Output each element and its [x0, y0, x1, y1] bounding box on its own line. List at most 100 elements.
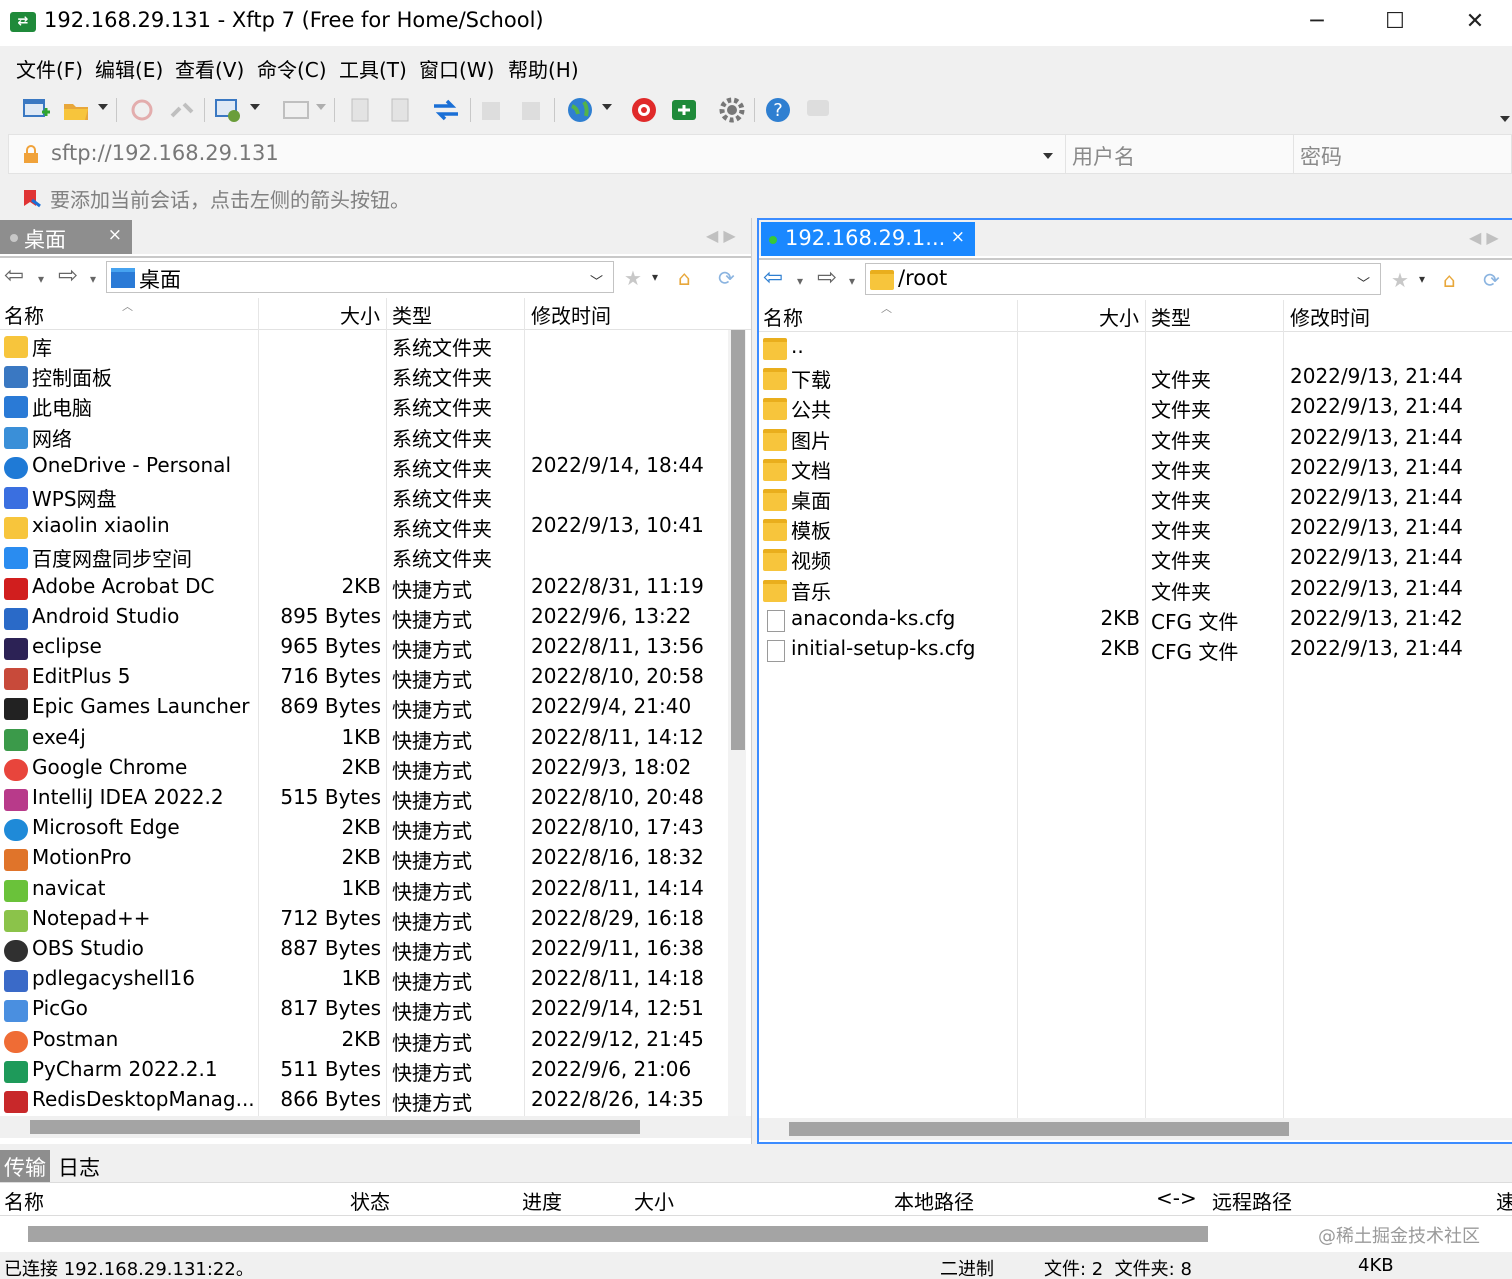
open-dropdown-icon[interactable] — [98, 104, 108, 110]
col-transfer-local-path[interactable]: 本地路径 — [894, 1186, 974, 1215]
menu-edit[interactable]: 编辑(E) — [95, 54, 163, 83]
remote-file-row[interactable]: 下载 文件夹 2022/9/13, 21:44 — [759, 364, 1512, 394]
local-file-row[interactable]: 控制面板 系统文件夹 — [0, 362, 751, 392]
local-file-row[interactable]: MotionPro 2KB 快捷方式 2022/8/16, 18:32 — [0, 845, 751, 875]
url-dropdown-icon[interactable] — [1043, 153, 1053, 159]
col-name[interactable]: 名称 — [4, 300, 44, 329]
back-arrow-icon[interactable]: ⇦ — [4, 261, 24, 289]
disconnect-icon[interactable] — [168, 96, 196, 124]
xftp-icon[interactable] — [670, 96, 698, 124]
scrollbar-thumb[interactable] — [731, 330, 745, 750]
minimize-button[interactable]: ─ — [1278, 0, 1356, 46]
local-file-row[interactable]: navicat 1KB 快捷方式 2022/8/11, 14:14 — [0, 876, 751, 906]
remote-file-row[interactable]: 视频 文件夹 2022/9/13, 21:44 — [759, 545, 1512, 575]
local-horizontal-scrollbar[interactable] — [0, 1116, 751, 1138]
toolbar-overflow-icon[interactable] — [1500, 116, 1510, 122]
url-field[interactable]: sftp://192.168.29.131 — [51, 141, 279, 165]
home-folder-icon[interactable]: ⌂ — [678, 266, 691, 290]
tab-close-icon[interactable]: × — [108, 225, 122, 245]
help-icon[interactable]: ? — [764, 96, 792, 124]
local-file-row[interactable]: PicGo 817 Bytes 快捷方式 2022/9/14, 12:51 — [0, 996, 751, 1026]
col-size[interactable]: 大小 — [340, 300, 380, 329]
col-transfer-size[interactable]: 大小 — [634, 1186, 674, 1215]
copy-icon[interactable] — [346, 96, 374, 124]
scrollbar-thumb[interactable] — [30, 1120, 640, 1134]
col-modified[interactable]: 修改时间 — [531, 300, 611, 329]
menu-window[interactable]: 窗口(W) — [419, 54, 494, 83]
refresh-icon[interactable]: ⟳ — [1483, 268, 1500, 292]
local-file-row[interactable]: OBS Studio 887 Bytes 快捷方式 2022/9/11, 16:38 — [0, 936, 751, 966]
tab-log[interactable]: 日志 — [54, 1150, 104, 1182]
view-dropdown-icon[interactable] — [316, 104, 326, 110]
remote-file-row[interactable]: 文档 文件夹 2022/9/13, 21:44 — [759, 455, 1512, 485]
remote-file-row[interactable]: .. — [759, 334, 1512, 364]
remote-file-row[interactable]: 图片 文件夹 2022/9/13, 21:44 — [759, 425, 1512, 455]
menu-help[interactable]: 帮助(H) — [508, 54, 579, 83]
transfer-up-icon[interactable] — [478, 96, 506, 124]
remote-file-row[interactable]: 模板 文件夹 2022/9/13, 21:44 — [759, 515, 1512, 545]
col-transfer-status[interactable]: 状态 — [350, 1186, 390, 1215]
remote-file-row[interactable]: 音乐 文件夹 2022/9/13, 21:44 — [759, 576, 1512, 606]
transfer-down-icon[interactable] — [518, 96, 546, 124]
local-file-row[interactable]: exe4j 1KB 快捷方式 2022/8/11, 14:12 — [0, 725, 751, 755]
xshell-icon[interactable] — [630, 96, 658, 124]
local-file-row[interactable]: pdlegacyshell16 1KB 快捷方式 2022/8/11, 14:18 — [0, 966, 751, 996]
local-file-row[interactable]: PyCharm 2022.2.1 511 Bytes 快捷方式 2022/9/6, 2… — [0, 1057, 751, 1087]
bookmark-arrow-icon[interactable] — [22, 188, 42, 208]
remote-horizontal-scrollbar[interactable] — [759, 1118, 1512, 1140]
menu-view[interactable]: 查看(V) — [175, 54, 244, 83]
forward-dropdown-icon[interactable]: ▾ — [849, 274, 855, 288]
col-size[interactable]: 大小 — [1099, 302, 1139, 331]
local-file-row[interactable]: 百度网盘同步空间 系统文件夹 — [0, 543, 751, 573]
col-name[interactable]: 名称 — [763, 302, 803, 331]
local-file-row[interactable]: 网络 系统文件夹 — [0, 423, 751, 453]
menu-tools[interactable]: 工具(T) — [339, 54, 407, 83]
chat-icon[interactable] — [804, 96, 832, 124]
scrollbar-thumb[interactable] — [789, 1122, 1289, 1136]
tab-remote-session[interactable]: 192.168.29.1... × — [761, 222, 975, 256]
local-file-row[interactable]: 此电脑 系统文件夹 — [0, 392, 751, 422]
paste-icon[interactable] — [386, 96, 414, 124]
home-folder-icon[interactable]: ⌂ — [1443, 268, 1456, 292]
local-file-row[interactable]: eclipse 965 Bytes 快捷方式 2022/8/11, 13:56 — [0, 634, 751, 664]
favorite-star-icon[interactable]: ★ — [624, 266, 642, 290]
reconnect-icon[interactable] — [128, 96, 156, 124]
tab-scroll-arrows-icon[interactable]: ◀ ▶ — [1469, 228, 1499, 247]
username-field[interactable]: 用户名 — [1065, 135, 1293, 173]
menu-file[interactable]: 文件(F) — [16, 54, 83, 83]
local-vertical-scrollbar[interactable] — [728, 330, 746, 1124]
local-file-row[interactable]: Adobe Acrobat DC 2KB 快捷方式 2022/8/31, 11:19 — [0, 574, 751, 604]
col-type[interactable]: 类型 — [392, 300, 432, 329]
new-session-icon[interactable] — [22, 96, 50, 124]
forward-dropdown-icon[interactable]: ▾ — [90, 272, 96, 286]
refresh-icon[interactable]: ⟳ — [718, 266, 735, 290]
sync-transfer-icon[interactable] — [432, 96, 460, 124]
properties-dropdown-icon[interactable] — [250, 104, 260, 110]
back-arrow-icon[interactable]: ⇦ — [763, 263, 783, 291]
local-file-row[interactable]: IntelliJ IDEA 2022.2 515 Bytes 快捷方式 2022/8/… — [0, 785, 751, 815]
transfer-mode[interactable]: 二进制 — [940, 1255, 994, 1279]
local-file-row[interactable]: Microsoft Edge 2KB 快捷方式 2022/8/10, 17:43 — [0, 815, 751, 845]
col-transfer-progress[interactable]: 进度 — [522, 1186, 562, 1215]
tab-transfer[interactable]: 传输 — [0, 1150, 50, 1182]
tab-scroll-arrows-icon[interactable]: ◀ ▶ — [706, 226, 736, 245]
col-transfer-speed[interactable]: 速 — [1496, 1186, 1512, 1215]
back-dropdown-icon[interactable]: ▾ — [797, 274, 803, 288]
col-modified[interactable]: 修改时间 — [1290, 302, 1370, 331]
close-button[interactable]: ✕ — [1436, 0, 1512, 46]
local-file-row[interactable]: RedisDesktopManag... 866 Bytes 快捷方式 2022/8/… — [0, 1087, 751, 1117]
local-file-row[interactable]: EditPlus 5 716 Bytes 快捷方式 2022/8/10, 20:58 — [0, 664, 751, 694]
local-file-row[interactable]: Android Studio 895 Bytes 快捷方式 2022/9/6, 13:… — [0, 604, 751, 634]
path-dropdown-icon[interactable]: ﹀ — [590, 271, 603, 290]
globe-icon[interactable] — [566, 96, 594, 124]
favorite-star-icon[interactable]: ★ — [1391, 268, 1409, 292]
back-dropdown-icon[interactable]: ▾ — [38, 272, 44, 286]
favorite-dropdown-icon[interactable]: ▾ — [652, 270, 658, 284]
view-icon[interactable] — [282, 96, 310, 124]
local-file-row[interactable]: 库 系统文件夹 — [0, 332, 751, 362]
favorite-dropdown-icon[interactable]: ▾ — [1419, 272, 1425, 286]
remote-file-row[interactable]: 桌面 文件夹 2022/9/13, 21:44 — [759, 485, 1512, 515]
gear-icon[interactable] — [718, 96, 746, 124]
password-field[interactable]: 密码 — [1293, 135, 1512, 173]
path-dropdown-icon[interactable]: ﹀ — [1357, 273, 1370, 292]
